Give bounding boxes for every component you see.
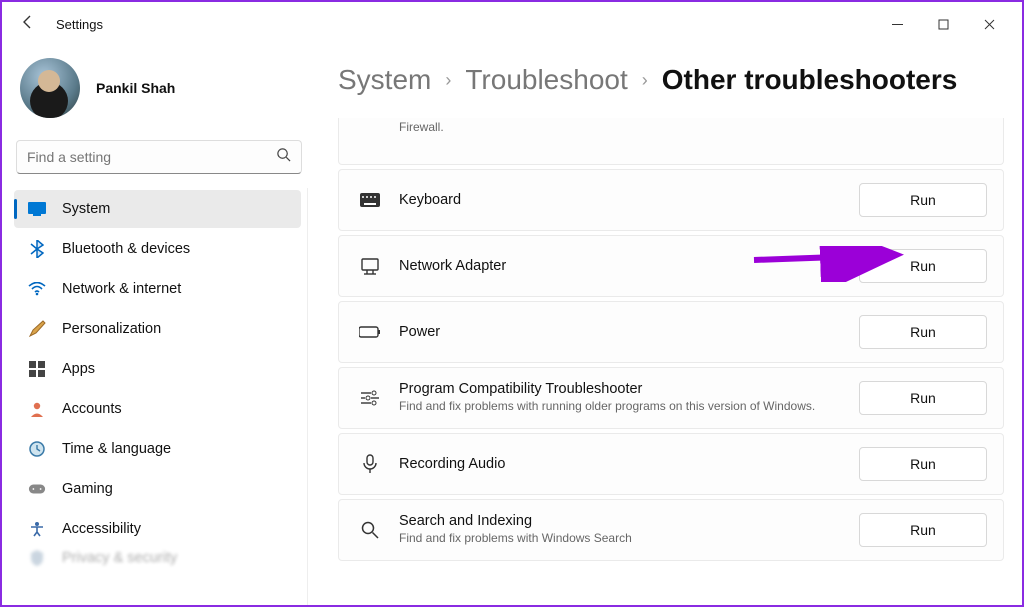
card-title: Search and Indexing [399,513,841,529]
keyboard-icon [359,193,381,207]
search-box[interactable] [16,140,302,174]
card-title: Network Adapter [399,258,841,274]
window-title: Settings [56,17,103,32]
privacy-icon [28,550,46,566]
sidebar-item-apps[interactable]: Apps [14,350,301,388]
troubleshooter-card: Power Run [338,301,1004,363]
card-title: Keyboard [399,192,841,208]
avatar [20,58,80,118]
time-icon [28,440,46,458]
card-desc: Find and fix problems with Windows Searc… [399,531,841,547]
sidebar-item-label: Network & internet [62,281,181,297]
sidebar-item-label: Privacy & security [62,550,177,566]
chevron-right-icon: › [445,70,451,91]
card-title: Program Compatibility Troubleshooter [399,381,841,397]
netadapter-icon [359,257,381,275]
breadcrumb: System › Troubleshoot › Other troublesho… [338,64,1004,96]
sidebar-item-gaming[interactable]: Gaming [14,470,301,508]
gaming-icon [28,480,46,498]
sidebar-item-system[interactable]: System [14,190,301,228]
profile-name: Pankil Shah [96,80,175,96]
sidebar-item-time[interactable]: Time & language [14,430,301,468]
run-button[interactable]: Run [859,315,987,349]
run-button[interactable]: Run [859,249,987,283]
chevron-right-icon: › [642,70,648,91]
account-icon [28,400,46,418]
card-desc: Find and fix problems with running older… [399,399,841,415]
mic-icon [359,454,381,474]
sidebar: Pankil Shah System Bluetooth & devices Net… [2,46,312,605]
card-title: Recording Audio [399,456,841,472]
profile-block[interactable]: Pankil Shah [10,54,308,136]
run-button[interactable]: Run [859,381,987,415]
sidebar-item-brush[interactable]: Personalization [14,310,301,348]
search-icon [276,147,291,167]
sidebar-item-label: Bluetooth & devices [62,241,190,257]
close-button[interactable] [966,8,1012,40]
back-button[interactable] [12,14,44,35]
sidebar-item-label: Accounts [62,401,122,417]
titlebar: Settings [2,2,1022,46]
system-icon [28,200,46,218]
apps-icon [28,360,46,378]
sidebar-item-label: Accessibility [62,521,141,537]
sidebar-item-label: Apps [62,361,95,377]
minimize-button[interactable] [874,8,920,40]
sidebar-item-accessibility[interactable]: Accessibility [14,510,301,548]
run-button[interactable]: Run [859,447,987,481]
sidebar-item-label: Personalization [62,321,161,337]
nav-list: System Bluetooth & devices Network & inter… [10,188,308,605]
accessibility-icon [28,520,46,538]
troubleshooter-list: Firewall.KeyboardRunNetwork AdapterRunPo… [338,118,1004,561]
breadcrumb-troubleshoot[interactable]: Troubleshoot [465,64,627,96]
sidebar-item-account[interactable]: Accounts [14,390,301,428]
breadcrumb-current: Other troubleshooters [662,64,958,96]
breadcrumb-system[interactable]: System [338,64,431,96]
troubleshooter-card: Keyboard Run [338,169,1004,231]
card-title: Power [399,324,841,340]
maximize-button[interactable] [920,8,966,40]
sidebar-item-privacy[interactable]: Privacy & security [14,550,301,566]
bluetooth-icon [28,240,46,258]
run-button[interactable]: Run [859,513,987,547]
run-button[interactable]: Run [859,183,987,217]
card-desc: Firewall. [399,120,841,136]
search-icon [359,521,381,539]
power-icon [359,326,381,338]
search-input[interactable] [27,149,276,165]
brush-icon [28,320,46,338]
main-pane: System › Troubleshoot › Other troublesho… [312,46,1022,605]
sidebar-item-bluetooth[interactable]: Bluetooth & devices [14,230,301,268]
sidebar-item-label: Time & language [62,441,171,457]
troubleshooter-card: Search and Indexing Find and fix problems… [338,499,1004,561]
troubleshooter-card: Network Adapter Run [338,235,1004,297]
troubleshooter-card: Recording Audio Run [338,433,1004,495]
troubleshooter-card-partial: Firewall. [338,118,1004,165]
sidebar-item-label: Gaming [62,481,113,497]
troubleshooter-card: Program Compatibility Troubleshooter Find… [338,367,1004,429]
sidebar-item-label: System [62,201,110,217]
sidebar-item-wifi[interactable]: Network & internet [14,270,301,308]
wifi-icon [28,280,46,298]
compat-icon [359,390,381,406]
